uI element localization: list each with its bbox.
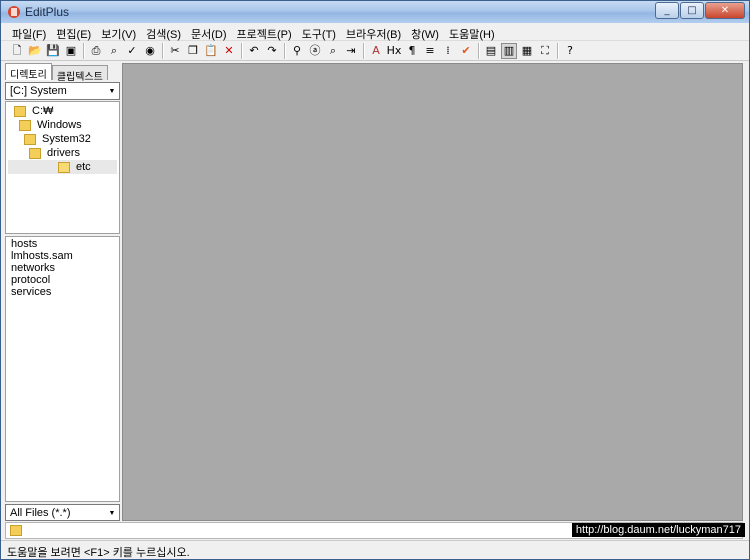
find-in-files-icon[interactable]: ⌕ xyxy=(325,43,341,59)
file-list-item[interactable]: networks xyxy=(11,262,119,274)
tree-item-label: Windows xyxy=(37,119,82,131)
maximize-button[interactable]: □ xyxy=(680,2,704,19)
find-icon[interactable]: ⚲ xyxy=(289,43,305,59)
menu-document[interactable]: 문서(D) xyxy=(186,23,232,41)
close-button[interactable]: ✕ xyxy=(705,2,745,19)
cliptext-window-icon[interactable]: ▦ xyxy=(519,43,535,59)
file-list-item[interactable]: lmhosts.sam xyxy=(11,250,119,262)
help-icon[interactable]: ? xyxy=(562,43,578,59)
menu-help[interactable]: 도움말(H) xyxy=(444,23,500,41)
file-list-item[interactable]: services xyxy=(11,286,119,298)
toolbar-separator xyxy=(83,42,84,59)
menu-file[interactable]: 파일(F) xyxy=(7,23,51,41)
drive-select[interactable]: [C:] System ▼ xyxy=(5,82,120,100)
title-bar[interactable]: EditPlus _ □ ✕ xyxy=(1,1,749,23)
print-icon[interactable]: ⎙ xyxy=(88,43,104,59)
paragraph-icon[interactable]: ¶ xyxy=(404,43,420,59)
folder-tree: C:₩ Windows System32 drivers etc xyxy=(5,101,120,234)
redo-icon[interactable]: ↷ xyxy=(264,43,280,59)
hex-icon[interactable]: Hx xyxy=(386,43,402,59)
toolbar: 🗋 📂 💾 ▣ ⎙ ⌕ ✓ ◉ ✂ ❐ 📋 ✕ ↶ ↷ ⚲ ⓐ ⌕ ⇥ A Hx ¶ ≡ ⁞ ✔ ▤ ▥ ▦ ⛶? xyxy=(1,41,749,61)
folder-icon xyxy=(19,119,31,131)
goto-icon[interactable]: ⇥ xyxy=(343,43,359,59)
save-all-icon[interactable]: ▣ xyxy=(63,43,79,59)
toolbar-separator xyxy=(557,42,558,59)
file-filter-select[interactable]: All Files (*.*) ▼ xyxy=(5,504,120,521)
menu-search[interactable]: 검색(S) xyxy=(141,23,186,41)
ruler-icon[interactable]: ⁞ xyxy=(440,43,456,59)
replace-icon[interactable]: ⓐ xyxy=(307,43,323,59)
print-preview-icon[interactable]: ⌕ xyxy=(106,43,122,59)
tree-item-label: drivers xyxy=(47,147,81,159)
delete-icon[interactable]: ✕ xyxy=(221,43,237,59)
tree-item-label: System32 xyxy=(42,133,91,145)
directory-panel: 디렉토리 클립텍스트 [C:] System ▼ C:₩ Windows Syste… xyxy=(5,63,120,521)
font-icon[interactable]: A xyxy=(368,43,384,59)
menu-tools[interactable]: 도구(T) xyxy=(297,23,341,41)
toolbar-separator xyxy=(162,42,163,59)
tree-item[interactable]: System32 xyxy=(24,132,91,146)
chevron-down-icon[interactable]: ▼ xyxy=(106,84,118,98)
watermark-text: http://blog.daum.net/luckyman717 xyxy=(571,523,745,537)
tree-item[interactable]: Windows xyxy=(19,118,82,132)
tree-item-label: etc xyxy=(76,161,91,173)
tree-item[interactable]: etc xyxy=(8,160,117,174)
directory-window-icon[interactable]: ▥ xyxy=(501,42,517,59)
status-bar: 도움말을 보려면 <F1> 키를 누르십시오. xyxy=(1,540,749,559)
editplus-app-icon xyxy=(8,6,20,18)
file-list-item[interactable]: hosts xyxy=(11,238,119,250)
folder-icon[interactable] xyxy=(10,525,22,536)
save-icon[interactable]: 💾 xyxy=(45,43,61,59)
panel-tabs: 디렉토리 클립텍스트 xyxy=(5,63,108,83)
file-list-item[interactable]: protocol xyxy=(11,274,119,286)
chevron-down-icon[interactable]: ▼ xyxy=(106,506,118,520)
menu-view[interactable]: 보기(V) xyxy=(96,23,141,41)
word-wrap-icon[interactable]: ≡ xyxy=(422,43,438,59)
full-screen-icon[interactable]: ⛶ xyxy=(537,43,553,59)
toolbar-separator xyxy=(363,42,364,59)
menu-browser[interactable]: 브라우저(B) xyxy=(341,23,406,41)
menu-project[interactable]: 프로젝트(P) xyxy=(232,23,297,41)
output-window-icon[interactable]: ▤ xyxy=(483,43,499,59)
editplus-window: EditPlus _ □ ✕ 파일(F) 편집(E) 보기(V) 검색(S) 문… xyxy=(0,0,750,560)
browser-icon[interactable]: ◉ xyxy=(142,43,158,59)
folder-icon xyxy=(58,161,70,173)
file-list: hosts lmhosts.sam networks protocol services xyxy=(5,236,120,502)
new-file-icon[interactable]: 🗋 xyxy=(9,43,25,59)
toolbar-separator xyxy=(284,42,285,59)
tree-item[interactable]: C:₩ xyxy=(14,104,53,118)
tab-directory[interactable]: 디렉토리 xyxy=(5,63,52,81)
check-icon[interactable]: ✔ xyxy=(458,43,474,59)
toolbar-separator xyxy=(478,42,479,59)
undo-icon[interactable]: ↶ xyxy=(246,43,262,59)
cut-icon[interactable]: ✂ xyxy=(167,43,183,59)
tab-cliptext[interactable]: 클립텍스트 xyxy=(51,65,108,83)
menu-edit[interactable]: 편집(E) xyxy=(51,23,96,41)
drive-select-value: [C:] System xyxy=(10,85,67,97)
menu-bar: 파일(F) 편집(E) 보기(V) 검색(S) 문서(D) 프로젝트(P) 도구… xyxy=(1,23,749,41)
editor-area[interactable] xyxy=(122,63,743,521)
status-text: 도움말을 보려면 <F1> 키를 누르십시오. xyxy=(7,547,190,559)
window-title: EditPlus xyxy=(25,5,70,19)
spell-check-icon[interactable]: ✓ xyxy=(124,43,140,59)
open-icon[interactable]: 📂 xyxy=(27,43,43,59)
menu-window[interactable]: 창(W) xyxy=(406,23,444,41)
folder-icon xyxy=(14,105,26,117)
tree-item[interactable]: drivers xyxy=(29,146,80,160)
folder-icon xyxy=(29,147,41,159)
copy-icon[interactable]: ❐ xyxy=(185,43,201,59)
folder-icon xyxy=(24,133,36,145)
paste-icon[interactable]: 📋 xyxy=(203,43,219,59)
window-controls: _ □ ✕ xyxy=(654,2,745,19)
minimize-button[interactable]: _ xyxy=(655,2,679,19)
tree-item-label: C:₩ xyxy=(32,105,54,117)
toolbar-separator xyxy=(241,42,242,59)
file-filter-value: All Files (*.*) xyxy=(10,507,71,519)
